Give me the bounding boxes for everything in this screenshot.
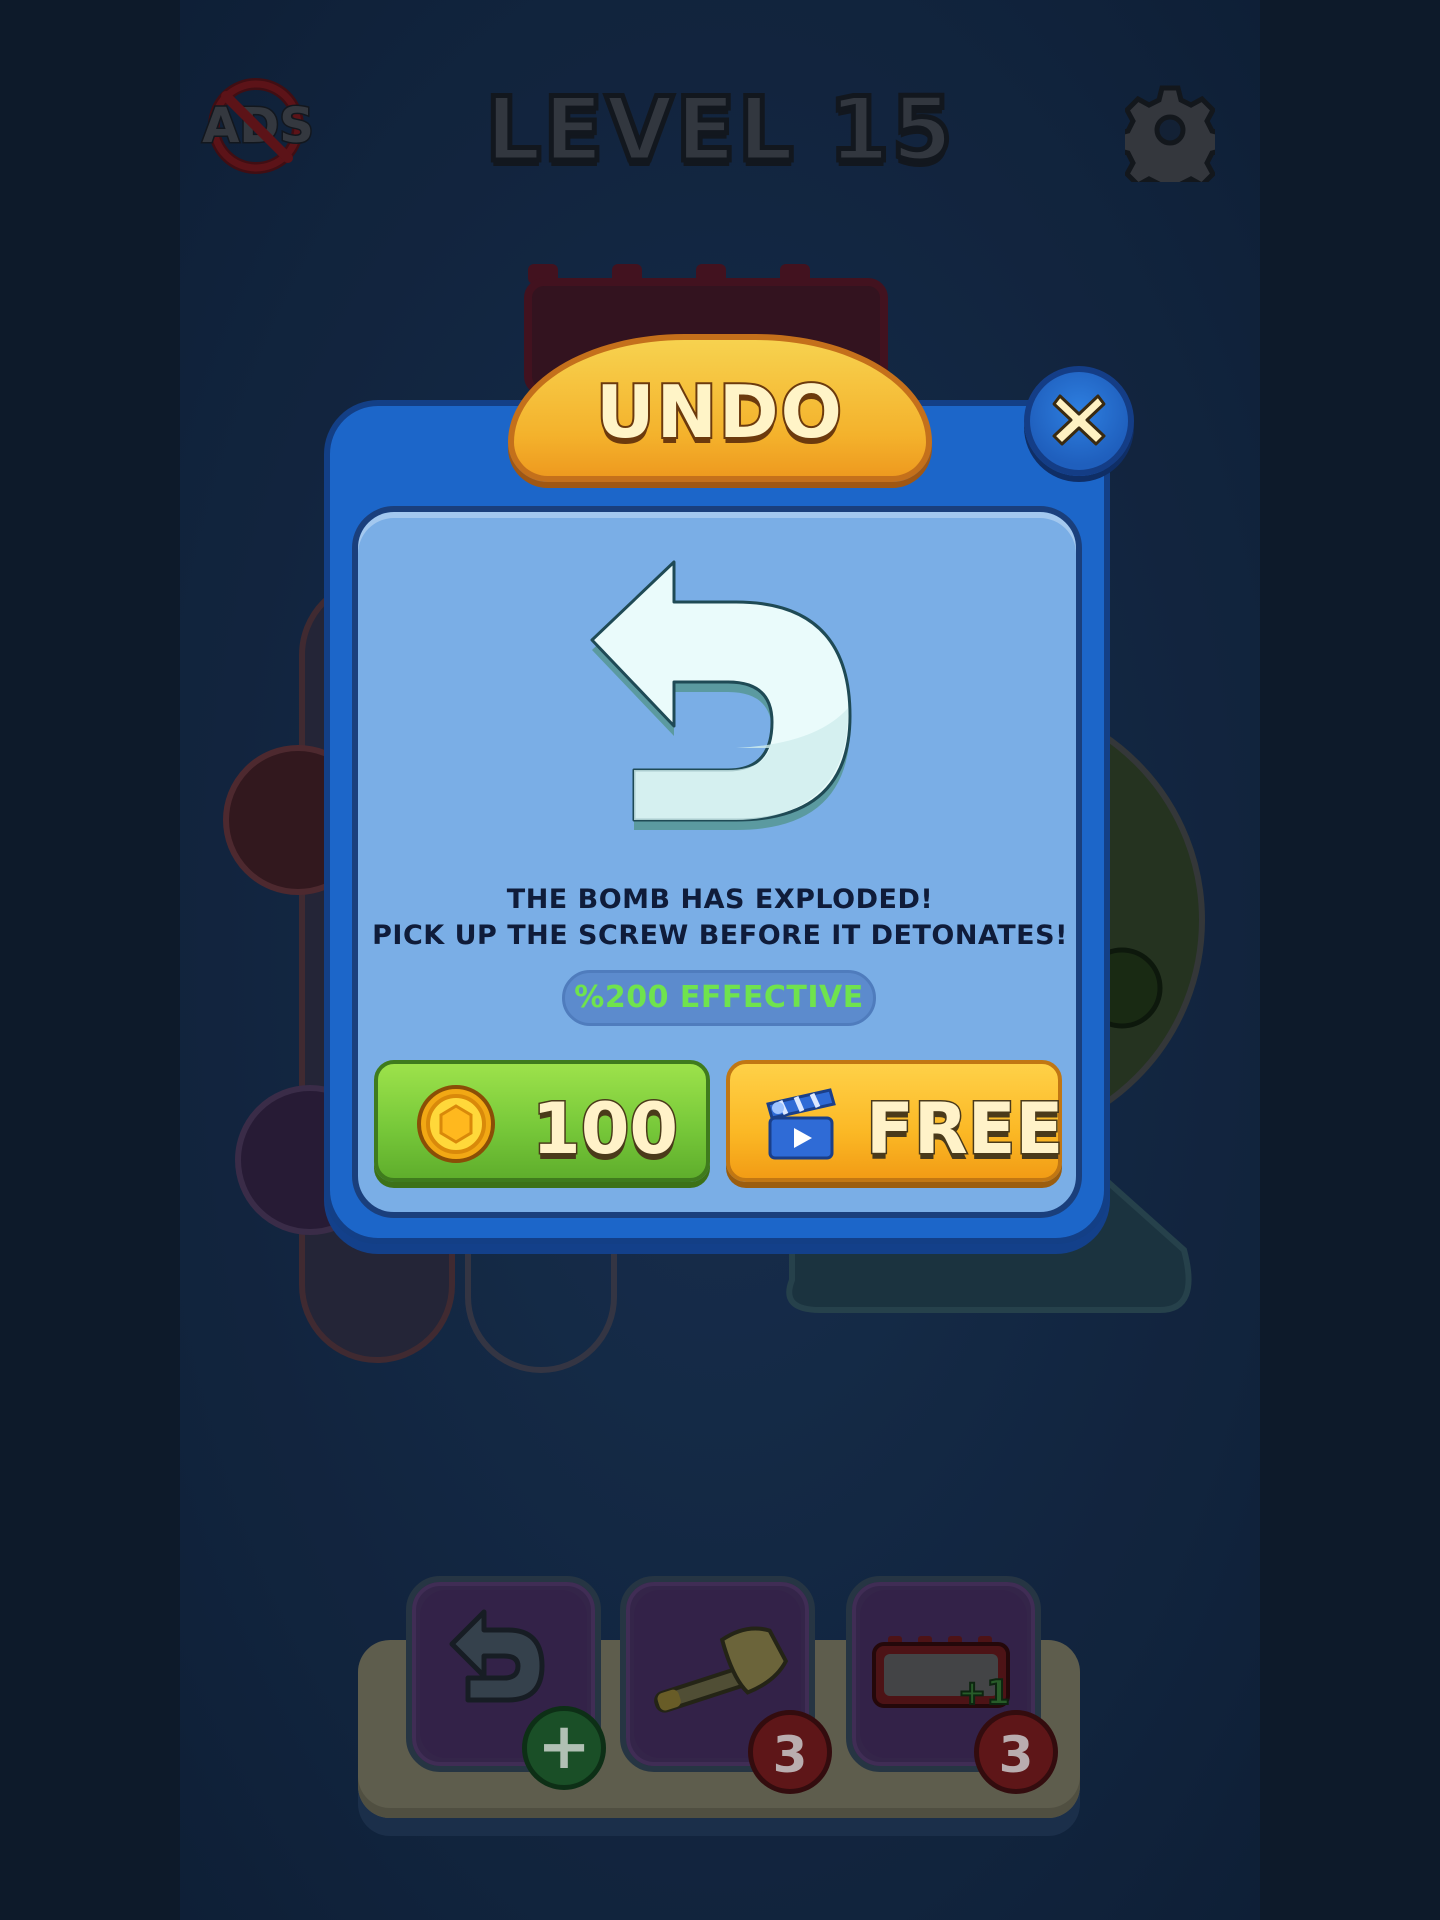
close-button[interactable] [1024,366,1134,476]
description-line-2: PICK UP THE SCREW BEFORE IT DETONATES! [372,920,1068,951]
close-icon [1052,394,1106,446]
hammer-tool-slot[interactable]: 3 [620,1576,832,1794]
extra-slot-tool-slot[interactable]: +1 3 [846,1576,1058,1794]
watch-ad-free-button[interactable]: FREE [726,1060,1065,1182]
hammer-count-badge: 3 [748,1710,832,1794]
coin-price-label: 100 [530,1087,679,1172]
free-label: FREE [864,1087,1064,1172]
coin-icon [417,1085,495,1163]
undo-icon [449,1609,545,1703]
modal-title: UNDO [594,368,844,456]
description-line-1: THE BOMB HAS EXPLODED! [506,884,934,915]
clapperboard-icon [766,1088,836,1160]
left-letterbox [0,0,180,1920]
undo-add-badge[interactable]: + [522,1706,606,1790]
extra-slot-plus-one: +1 [958,1673,1010,1713]
level-title: LEVEL 15 [483,76,956,184]
effectiveness-badge: %200 EFFECTIVE [562,970,876,1026]
undo-tool-slot[interactable]: + [406,1576,606,1790]
slot-bar-icon: +1 [872,1636,1011,1714]
undo-arrow-icon [590,560,852,830]
gear-icon[interactable] [1125,82,1215,182]
extra-slot-count-badge: 3 [974,1710,1058,1794]
right-letterbox [1260,0,1440,1920]
buy-with-coins-button[interactable]: 100 [374,1060,710,1182]
